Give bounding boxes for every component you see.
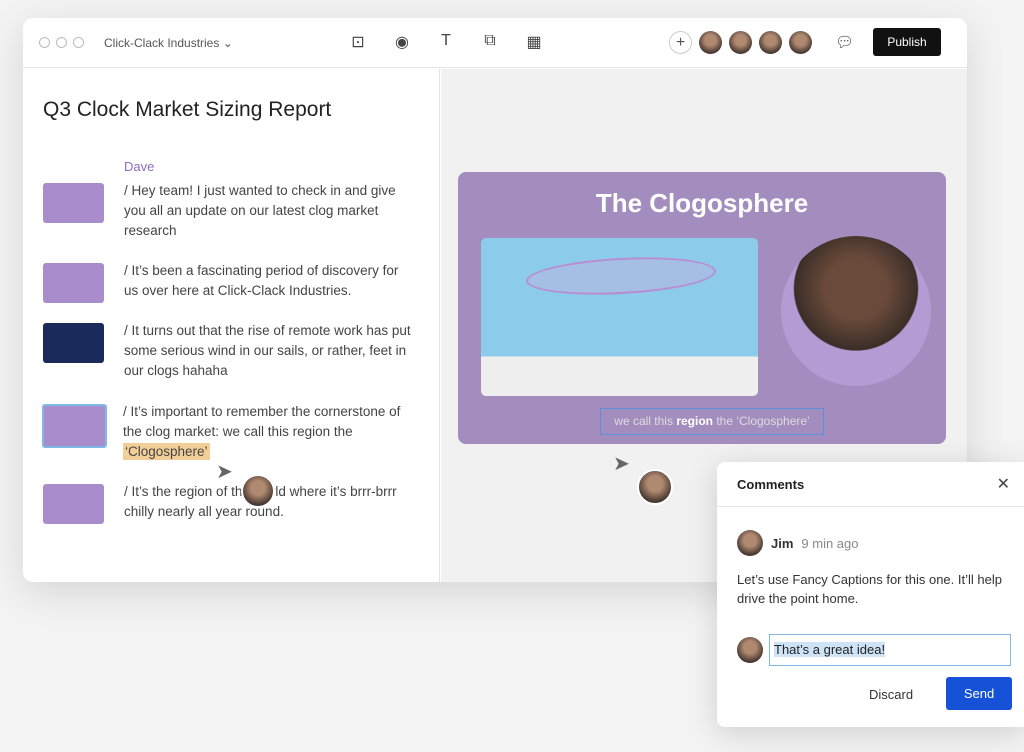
collaborator-avatar	[637, 469, 673, 505]
avatar	[737, 530, 763, 556]
comment-time: 9 min ago	[801, 535, 859, 551]
comments-title: Comments	[737, 477, 805, 492]
collaborator-avatar	[241, 474, 275, 508]
comment-author: Jim	[771, 535, 794, 551]
text-icon[interactable]: T	[436, 32, 456, 52]
caption-textbox[interactable]: we call this region the ‘Clogosphere’	[600, 408, 824, 435]
comment-body: Let’s use Fancy Captions for this one. I…	[737, 572, 1002, 606]
scene-thumbnail[interactable]	[43, 323, 104, 363]
workspace-switcher[interactable]: Click-Clack Industries ⌄	[104, 36, 233, 50]
scene-thumbnail[interactable]	[43, 183, 104, 223]
page-title: Q3 Clock Market Sizing Report	[43, 98, 332, 121]
send-button[interactable]: Send	[946, 677, 1012, 710]
avatar[interactable]	[759, 31, 782, 54]
reply-input[interactable]: That’s a great idea!	[769, 634, 1011, 666]
avatar[interactable]	[699, 31, 722, 54]
record-icon[interactable]: ◉	[392, 32, 412, 52]
scene-thumbnail[interactable]	[43, 484, 104, 524]
slide[interactable]: The Clogosphere we call this region the …	[458, 172, 946, 444]
cursor-icon: ➤	[216, 461, 233, 483]
slide-title[interactable]: The Clogosphere	[458, 188, 946, 219]
script-paragraph[interactable]: / It’s been a fascinating period of disc…	[124, 261, 414, 303]
publish-button[interactable]: Publish	[873, 28, 941, 56]
cursor-icon: ➤	[613, 453, 630, 475]
comment-icon[interactable]: 💬︎	[835, 33, 854, 51]
avatar	[737, 637, 763, 663]
scene-icon[interactable]: ⊡	[348, 32, 368, 52]
script-panel: Q3 Clock Market Sizing Report Dave / Hey…	[23, 69, 440, 582]
presenter-video[interactable]	[781, 236, 931, 386]
scene-thumbnail[interactable]	[43, 263, 104, 303]
world-map-image[interactable]	[481, 238, 758, 396]
comments-panel: Comments ✕ Jim 9 min ago Let’s use Fancy C…	[717, 462, 1024, 727]
discard-button[interactable]: Discard	[869, 687, 913, 702]
script-paragraph[interactable]: / It’s important to remember the corners…	[123, 402, 413, 462]
avatar[interactable]	[789, 31, 812, 54]
scene-thumbnail-selected[interactable]	[42, 404, 107, 448]
speaker-label: Dave	[124, 159, 155, 174]
highlighted-text[interactable]: ‘Clogosphere’	[123, 443, 210, 460]
script-paragraph[interactable]: / Hey team! I just wanted to check in an…	[124, 181, 414, 241]
close-icon[interactable]: ✕	[997, 474, 1010, 494]
add-collaborator-button[interactable]: +	[669, 31, 692, 54]
script-paragraph[interactable]: / It turns out that the rise of remote w…	[124, 321, 414, 381]
grid-icon[interactable]: ▦	[524, 32, 544, 52]
top-bar: Click-Clack Industries ⌄ ⊡ ◉ T ⧉ ▦ + 💬︎ …	[23, 18, 967, 68]
window-controls[interactable]	[39, 37, 84, 48]
avatar[interactable]	[729, 31, 752, 54]
region-highlight	[525, 253, 717, 299]
shapes-icon[interactable]: ⧉	[480, 32, 500, 52]
